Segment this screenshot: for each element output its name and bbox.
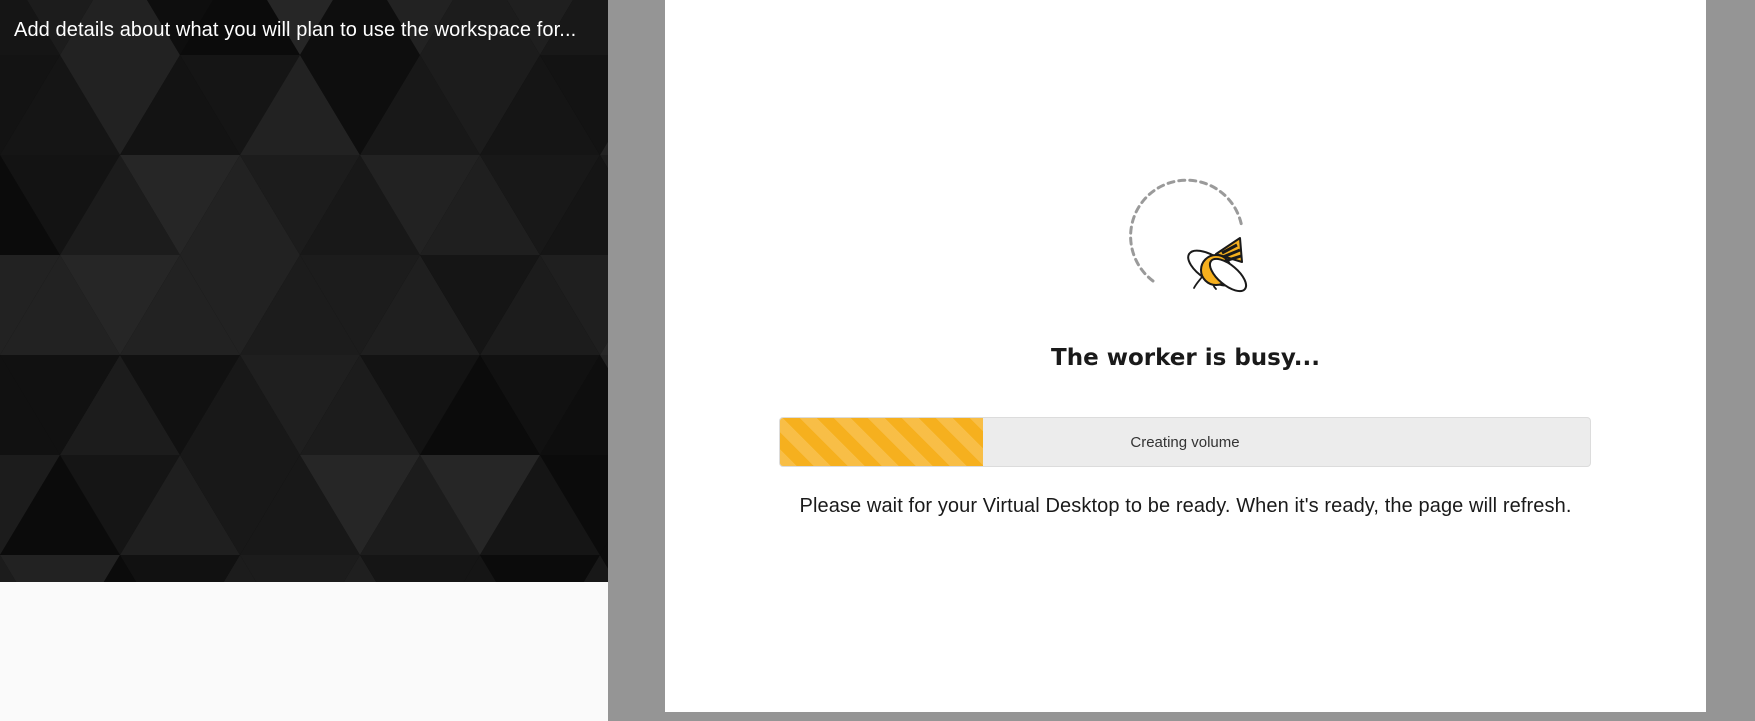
progress-label: Creating volume <box>1130 433 1240 451</box>
dialog-title: The worker is busy... <box>1051 345 1320 371</box>
left-lower-area <box>0 582 608 721</box>
workspace-description: Add details about what you will plan to … <box>14 19 577 41</box>
triangle-pattern-background <box>0 0 608 582</box>
loading-spinner <box>1120 176 1260 296</box>
workspace-details-panel: Add details about what you will plan to … <box>0 0 608 582</box>
progress-bar: Creating volume <box>779 417 1591 467</box>
wait-message: Please wait for your Virtual Desktop to … <box>799 495 1572 517</box>
bee-icon <box>1129 178 1248 293</box>
